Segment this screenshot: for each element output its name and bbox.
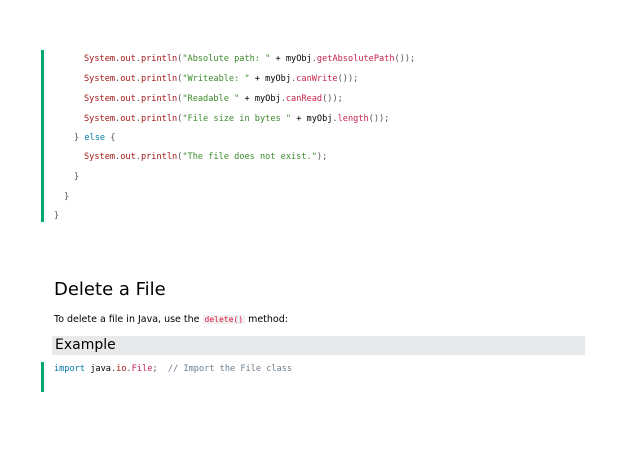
code-token: out	[120, 94, 136, 104]
code-token: out	[120, 114, 136, 124]
code-token: myObj	[285, 54, 312, 64]
code-line: }	[64, 191, 69, 203]
code-token: "Absolute path: "	[182, 54, 271, 64]
example-header: Example	[52, 336, 585, 355]
code-line: }	[54, 210, 59, 222]
code-token: myObj	[265, 74, 292, 84]
code-line: import java.io.File; // Import the File …	[54, 363, 292, 375]
code-token: ());	[368, 114, 390, 124]
intro-text: To delete a file in Java, use the	[54, 314, 203, 325]
code-token: println	[140, 152, 178, 162]
code-token: "File size in bytes "	[182, 114, 292, 124]
code-line: System.out.println("Readable " + myObj.c…	[84, 93, 343, 105]
code-token: myObj	[306, 114, 333, 124]
code-token: System	[84, 152, 116, 162]
code-token: println	[140, 54, 178, 64]
code-token: out	[120, 74, 136, 84]
code-token: myObj	[254, 94, 281, 104]
intro-text-end: method:	[245, 314, 288, 325]
code-token: "The file does not exist."	[182, 152, 317, 162]
code-token: // Import the File class	[167, 364, 293, 374]
code-token: io	[116, 364, 127, 374]
code-token: length	[337, 114, 369, 124]
intro-paragraph: To delete a file in Java, use the delete…	[54, 314, 288, 325]
code-token: getAbsolutePath	[316, 54, 395, 64]
inline-code-delete: delete()	[202, 315, 246, 324]
code-token: println	[140, 74, 178, 84]
code-token: System	[84, 94, 116, 104]
code-block-file-info: System.out.println("Absolute path: " + m…	[41, 50, 604, 222]
code-line: System.out.println("The file does not ex…	[84, 151, 327, 163]
code-token: File	[131, 364, 153, 374]
example-title: Example	[55, 337, 116, 353]
code-token: );	[316, 152, 328, 162]
code-line: System.out.println("Writeable: " + myObj…	[84, 73, 358, 85]
code-line: System.out.println("File size in bytes "…	[84, 113, 389, 125]
code-token: canRead	[285, 94, 323, 104]
code-token: +	[270, 54, 286, 64]
code-token: System	[84, 74, 116, 84]
code-token: "Writeable: "	[182, 74, 250, 84]
code-token: {	[105, 133, 116, 143]
code-token: System	[84, 54, 116, 64]
code-token: println	[140, 94, 178, 104]
code-block-import: import java.io.File; // Import the File …	[41, 362, 604, 392]
code-token: java	[90, 364, 111, 374]
code-token: out	[120, 152, 136, 162]
code-token: println	[140, 114, 178, 124]
code-token: System	[84, 114, 116, 124]
code-token: "Readable "	[182, 94, 240, 104]
section-title: Delete a File	[54, 279, 166, 300]
code-token: import	[54, 364, 86, 374]
code-token: +	[249, 74, 266, 84]
code-token: }	[64, 192, 70, 202]
code-token: +	[291, 114, 307, 124]
code-line: System.out.println("Absolute path: " + m…	[84, 53, 415, 65]
code-token: canWrite	[296, 74, 338, 84]
code-token: }	[74, 172, 80, 182]
code-token: else	[84, 133, 106, 143]
code-token: out	[120, 54, 136, 64]
code-token: ());	[322, 94, 343, 104]
code-token: }	[74, 133, 85, 143]
code-token: ());	[394, 54, 416, 64]
code-token: +	[239, 94, 255, 104]
code-token: }	[54, 211, 60, 221]
code-line: }	[74, 171, 79, 183]
code-line: } else {	[74, 132, 115, 144]
code-token: ());	[337, 74, 359, 84]
